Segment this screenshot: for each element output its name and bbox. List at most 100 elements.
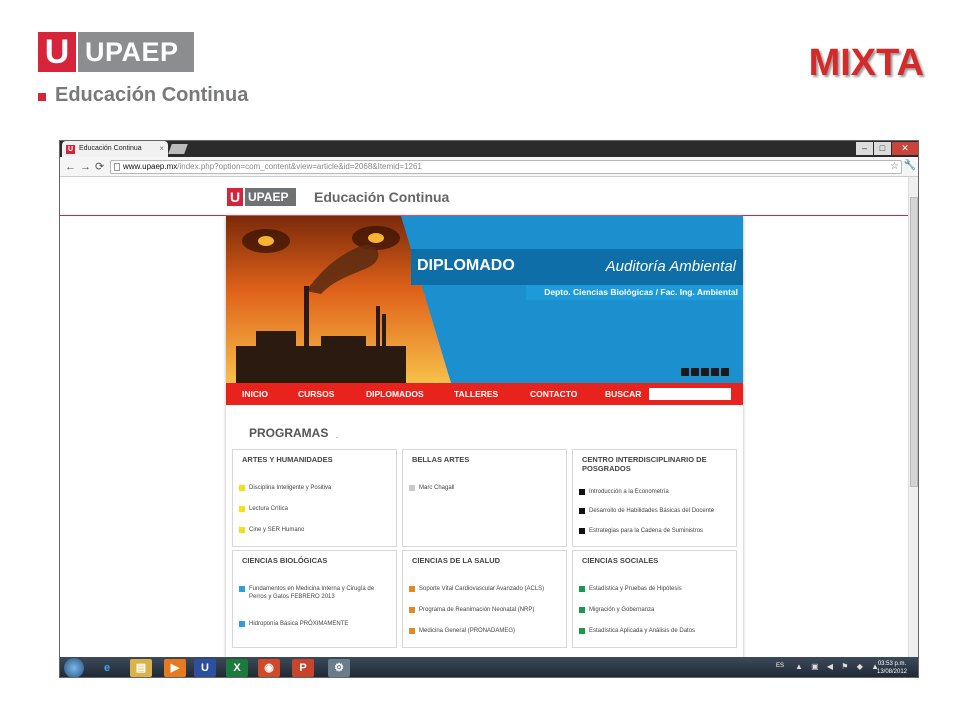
upaep-logo-name: UPAEP (78, 32, 194, 72)
slider-dot[interactable] (691, 368, 699, 376)
list-item[interactable]: Marc Chagall (409, 484, 563, 492)
slider-dots (681, 368, 731, 376)
explorer-icon[interactable]: ▤ (130, 659, 152, 677)
list-item[interactable]: Soporte Vital Cardiovascular Avanzado (A… (409, 585, 563, 593)
menu-item-contacto[interactable]: CONTACTO (530, 383, 577, 405)
upaep-app-icon[interactable]: U (194, 659, 216, 677)
site-subtitle: Educación Continua (314, 189, 450, 205)
list-item[interactable]: Disciplina Inteligente y Positiva (239, 484, 393, 492)
menu-item-inicio[interactable]: INICIO (242, 383, 268, 405)
slider-dot[interactable] (711, 368, 719, 376)
list-item[interactable]: Medicina General (PRONADAMEG) (409, 627, 563, 635)
browser-window: U Educación Continua × – □ ✕ ← → ⟳ www.u… (59, 140, 919, 678)
diplomado-label: DIPLOMADO (417, 257, 515, 274)
bullet-icon (409, 485, 415, 491)
start-button[interactable] (64, 658, 84, 677)
slider-dot[interactable] (721, 368, 729, 376)
window-controls: – □ ✕ (855, 142, 918, 155)
list-item[interactable]: Fundamentos en Medicina Interna y Cirugí… (239, 585, 393, 601)
card-title[interactable]: ARTES Y HUMANIDADES (242, 455, 392, 464)
programs-heading: PROGRAMAS (249, 426, 329, 440)
windows-taskbar: e ▤ ▶ U X ◉ P ⚙ ES ▲ ▣ ◀ ⚑ ◆ ▲ 03:53 p.m… (60, 657, 918, 677)
bullet-icon (579, 489, 585, 495)
language-indicator[interactable]: ES (776, 663, 784, 669)
clock-time[interactable]: 03:53 p.m. (870, 660, 914, 668)
bookmark-star-icon[interactable]: ☆ (890, 161, 899, 173)
wrench-icon[interactable]: 🔧 (904, 160, 916, 171)
search-input[interactable] (649, 388, 731, 400)
menu-item-talleres[interactable]: TALLERES (454, 383, 498, 405)
browser-tab[interactable]: U Educación Continua × (62, 141, 168, 157)
url-path: /index.php?option=com_content&view=artic… (177, 162, 422, 171)
menu-item-cursos[interactable]: CURSOS (298, 383, 334, 405)
bullet-icon (239, 506, 245, 512)
minimize-button[interactable]: – (856, 142, 873, 155)
excel-icon[interactable]: X (226, 659, 248, 677)
slide: U UPAEP Educación Continua MIXTA U Educa… (0, 0, 960, 720)
system-tray-icons[interactable]: ▲ ▣ ◀ ⚑ ◆ ▲ (795, 662, 882, 671)
tab-title: Educación Continua (79, 145, 142, 152)
program-card-ciencias-biologicas: CIENCIAS BIOLÓGICAS Fundamentos en Medic… (232, 550, 397, 648)
program-card-bellas-artes: BELLAS ARTES Marc Chagall (402, 449, 567, 547)
upaep-logo-mark: U (38, 32, 76, 72)
slide-title: MIXTA (808, 42, 924, 84)
bullet-icon (239, 527, 245, 533)
ie-icon[interactable]: e (96, 659, 118, 677)
card-title[interactable]: CIENCIAS DE LA SALUD (412, 556, 562, 565)
close-window-button[interactable]: ✕ (892, 142, 918, 155)
scrollbar-thumb[interactable] (910, 197, 918, 487)
list-item[interactable]: Desarrollo de Habilidades Básicas del Do… (579, 507, 733, 515)
main-menu: INICIO CURSOS DIPLOMADOS TALLERES CONTAC… (226, 383, 743, 405)
chrome-icon[interactable]: ◉ (258, 659, 280, 677)
list-item[interactable]: Estadística y Pruebas de Hipótesis (579, 585, 733, 593)
heading-rule (336, 437, 338, 438)
banner[interactable]: DIPLOMADO Auditoría Ambiental Depto. Cie… (226, 216, 743, 383)
card-title[interactable]: CIENCIAS SOCIALES (582, 556, 732, 565)
bullet-icon (239, 586, 245, 592)
card-title[interactable]: BELLAS ARTES (412, 455, 562, 464)
content-panel: DIPLOMADO Auditoría Ambiental Depto. Cie… (226, 216, 743, 657)
list-item[interactable]: Introducción a la Econometría (579, 488, 733, 496)
maximize-button[interactable]: □ (874, 142, 891, 155)
bullet-icon (239, 485, 245, 491)
new-tab-button[interactable] (168, 144, 188, 154)
program-card-artes-humanidades: ARTES Y HUMANIDADES Disciplina Inteligen… (232, 449, 397, 547)
card-title[interactable]: CIENCIAS BIOLÓGICAS (242, 556, 392, 565)
browser-titlebar: U Educación Continua × – □ ✕ (60, 141, 918, 157)
list-item[interactable]: Programa de Reanimación Neonatal (NRP) (409, 606, 563, 614)
program-card-posgrados: CENTRO INTERDISCIPLINARIO DE POSGRADOS I… (572, 449, 737, 547)
url-input[interactable]: www.upaep.mx/index.php?option=com_conten… (110, 160, 902, 174)
powerpoint-icon[interactable]: P (292, 659, 314, 677)
list-item[interactable]: Migración y Gobernanza (579, 606, 733, 614)
url-domain: www.upaep.mx (123, 162, 178, 171)
list-item[interactable]: Estrategias para la Cadena de Suministro… (579, 527, 733, 535)
forward-icon[interactable]: → (80, 160, 91, 174)
bullet-icon (579, 508, 585, 514)
slider-dot[interactable] (701, 368, 709, 376)
diplomado-title: Auditoría Ambiental (605, 258, 736, 275)
page-icon (114, 163, 120, 171)
bullet-icon (579, 528, 585, 534)
slider-dot[interactable] (681, 368, 689, 376)
clock-date[interactable]: 13/08/2012 (870, 668, 914, 676)
card-title[interactable]: CENTRO INTERDISCIPLINARIO DE POSGRADOS (582, 455, 732, 473)
app-icon[interactable]: ⚙ (328, 659, 350, 677)
list-item[interactable]: Cine y SER Humano (239, 526, 393, 534)
reload-icon[interactable]: ⟳ (95, 160, 104, 174)
site-logo-mark[interactable]: U (227, 188, 243, 206)
tab-close-icon[interactable]: × (159, 141, 164, 157)
bullet-icon (239, 621, 245, 627)
favicon-icon: U (66, 145, 75, 154)
list-item[interactable]: Lectura Crítica (239, 505, 393, 513)
back-icon[interactable]: ← (65, 160, 76, 174)
list-item[interactable]: Estadística Aplicada y Análisis de Datos (579, 627, 733, 635)
list-item[interactable]: Hidroponía Básica PRÓXIMAMENTE (239, 620, 393, 628)
web-page: U UPAEP Educación Continua DIPLOMADO Aud… (60, 177, 910, 657)
media-player-icon[interactable]: ▶ (164, 659, 186, 677)
logo-subtitle: Educación Continua (55, 84, 249, 106)
page-scrollbar[interactable] (908, 177, 918, 657)
program-card-ciencias-salud: CIENCIAS DE LA SALUD Soporte Vital Cardi… (402, 550, 567, 648)
menu-item-diplomados[interactable]: DIPLOMADOS (366, 383, 424, 405)
bullet-icon (409, 607, 415, 613)
site-logo-name[interactable]: UPAEP (245, 188, 296, 206)
